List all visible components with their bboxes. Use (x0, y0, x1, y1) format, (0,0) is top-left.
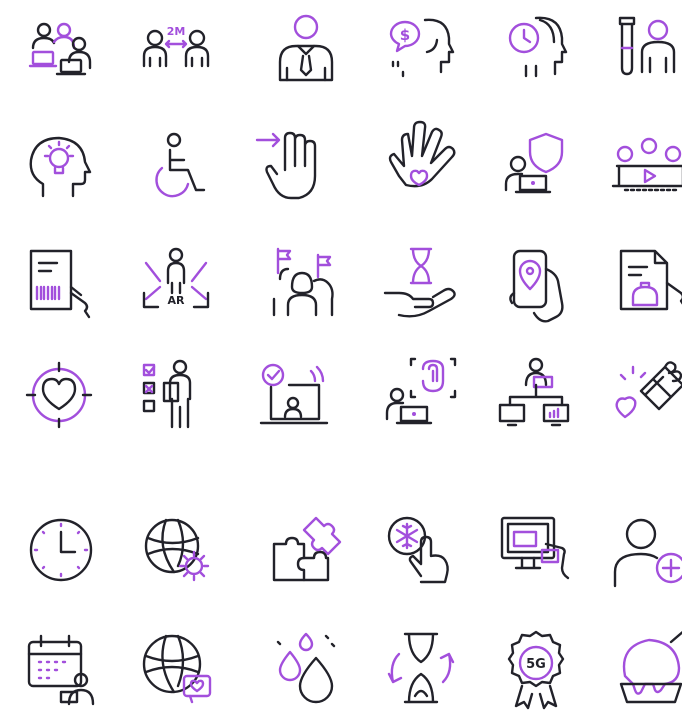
idea-head-icon (21, 126, 101, 206)
augmented-reality-icon: AR (136, 243, 216, 323)
group-work-icon (21, 8, 101, 88)
distance-label: 2M (167, 25, 186, 38)
three-finger-swipe-icon (251, 126, 331, 206)
ice-cream-icon (611, 628, 682, 708)
heart-target-icon (21, 355, 101, 435)
dollar-symbol: $ (400, 26, 410, 44)
money-thinking-icon: $ (381, 8, 461, 88)
time-management-icon (496, 8, 576, 88)
online-payment-card-icon (496, 510, 576, 590)
video-conference-icon (611, 126, 682, 206)
clock-icon (21, 510, 101, 590)
barcode-document-icon (21, 243, 101, 323)
gift-heart-icon (611, 355, 682, 435)
checklist-person-icon (136, 355, 216, 435)
phone-location-icon (496, 243, 576, 323)
hourglass-refresh-icon (381, 628, 461, 708)
lab-test-person-icon (610, 8, 682, 88)
online-approval-icon (251, 355, 331, 435)
globe-heart-chat-icon (136, 628, 216, 708)
fingerprint-laptop-icon (381, 355, 461, 435)
water-drops-icon (266, 628, 346, 708)
add-user-icon (611, 510, 682, 590)
social-distance-icon: 2M (136, 8, 216, 88)
security-laptop-icon (496, 126, 576, 206)
globe-settings-icon (136, 510, 216, 590)
snowflake-touch-icon (381, 510, 461, 590)
5g-award-icon: 5G (496, 628, 576, 710)
wheelchair-icon (136, 126, 216, 206)
hand-heart-icon (381, 120, 461, 206)
calendar-person-icon (21, 628, 101, 708)
hourglass-hand-icon (381, 243, 461, 323)
construction-document-icon (611, 243, 682, 323)
puzzle-icon (266, 510, 346, 590)
ar-label: AR (168, 294, 186, 307)
5g-label: 5G (526, 657, 546, 672)
women-leaders-icon (266, 243, 346, 323)
business-person-icon (266, 8, 346, 88)
icon-grid: 2M $ AR 5G (0, 0, 682, 721)
remote-teamwork-icon (496, 355, 576, 435)
